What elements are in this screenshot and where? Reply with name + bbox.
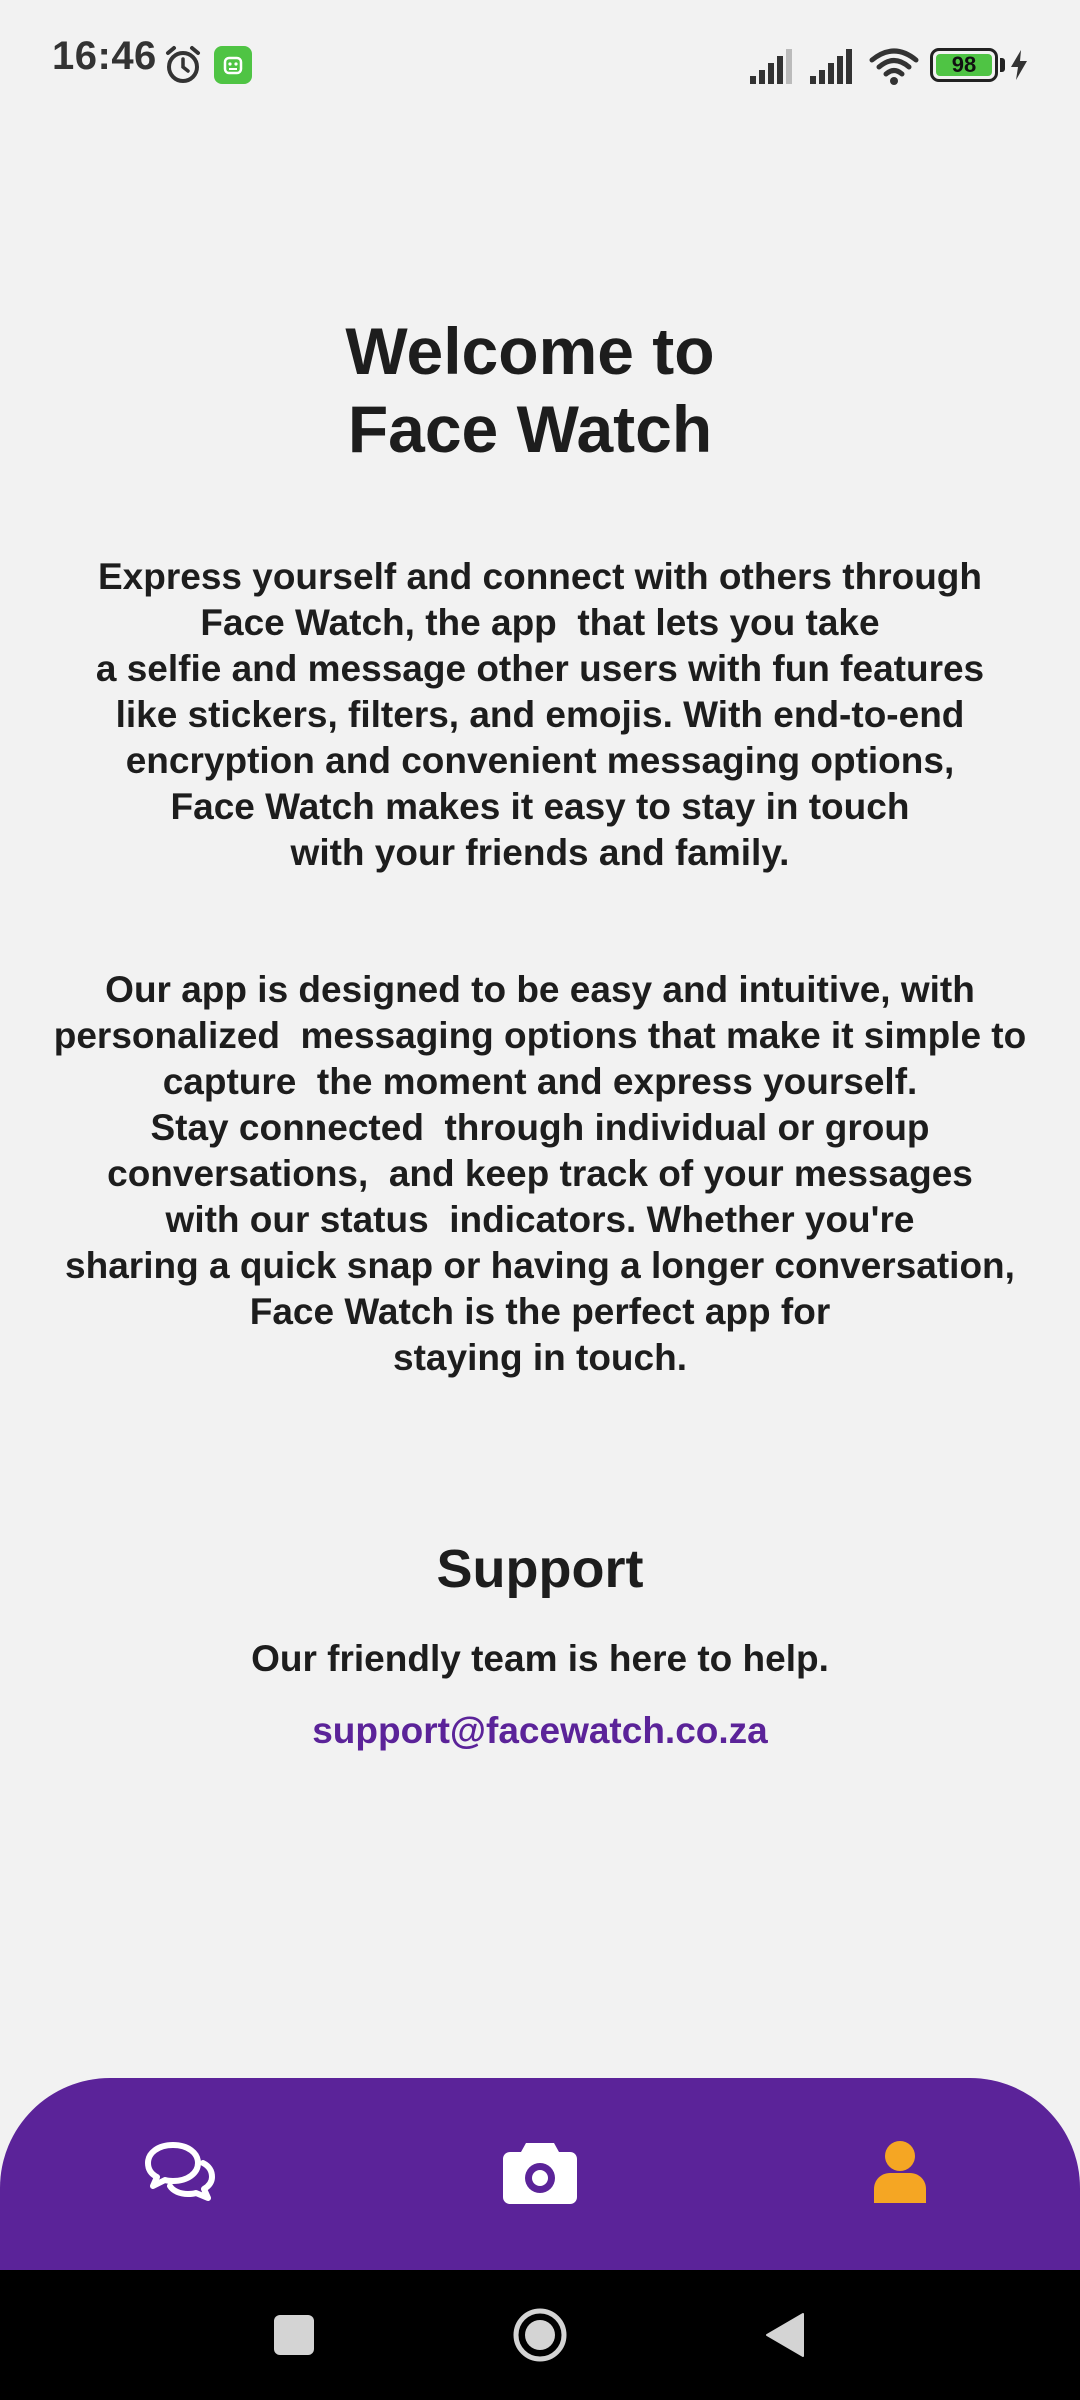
status-bar: 16:46 98 bbox=[0, 0, 1080, 120]
paragraph-line: encryption and convenient messaging opti… bbox=[125, 740, 955, 781]
title-line: Face Watch bbox=[347, 392, 713, 466]
cellular-signal-icon bbox=[750, 49, 792, 84]
paragraph-line: Face Watch, the app that lets you take bbox=[200, 602, 880, 643]
charging-icon bbox=[1011, 50, 1027, 80]
recents-button[interactable] bbox=[259, 2300, 329, 2370]
nav-camera-button[interactable] bbox=[490, 2122, 590, 2222]
cellular-signal-icon bbox=[810, 49, 852, 84]
page-title: Welcome to Face Watch bbox=[0, 312, 1060, 468]
nav-profile-button[interactable] bbox=[850, 2122, 950, 2222]
paragraph-line: a selfie and message other users with fu… bbox=[95, 648, 985, 689]
back-button[interactable] bbox=[750, 2300, 820, 2370]
alarm-icon bbox=[166, 46, 200, 83]
battery-nub bbox=[1000, 58, 1005, 72]
app-notification-icon bbox=[214, 46, 252, 84]
paragraph-line: like stickers, filters, and emojis. With… bbox=[115, 694, 965, 735]
system-navigation-bar bbox=[0, 2270, 1080, 2400]
paragraph-line: personalized messaging options that make… bbox=[53, 1015, 1027, 1056]
bottom-navigation bbox=[0, 2078, 1080, 2270]
paragraph-line: Our app is designed to be easy and intui… bbox=[105, 969, 975, 1010]
title-line: Welcome to bbox=[345, 314, 715, 388]
paragraph-line: with our status indicators. Whether you'… bbox=[165, 1199, 915, 1240]
paragraph-line: Face Watch makes it easy to stay in touc… bbox=[170, 786, 910, 827]
support-heading: Support bbox=[436, 1539, 644, 1599]
paragraph-line: staying in touch. bbox=[393, 1337, 687, 1378]
support-text: Our friendly team is here to help. bbox=[251, 1638, 829, 1679]
battery-icon: 98 bbox=[930, 48, 998, 82]
paragraph-line: conversations, and keep track of your me… bbox=[107, 1153, 973, 1194]
paragraph-line: capture the moment and express yourself. bbox=[162, 1061, 918, 1102]
wifi-icon bbox=[869, 48, 919, 85]
triangle-back-icon bbox=[766, 2313, 804, 2357]
paragraph-line: Stay connected through individual or gro… bbox=[150, 1107, 930, 1148]
camera-icon bbox=[503, 2143, 577, 2204]
paragraph-line: Face Watch is the perfect app for bbox=[249, 1291, 831, 1332]
nav-chats-button[interactable] bbox=[130, 2122, 230, 2222]
paragraph-line: Express yourself and connect with others… bbox=[97, 556, 983, 597]
square-icon bbox=[274, 2315, 314, 2355]
support-email-link[interactable]: support@facewatch.co.za bbox=[0, 1710, 1080, 1752]
battery-level: 98 bbox=[936, 54, 992, 76]
home-button[interactable] bbox=[505, 2300, 575, 2370]
paragraph-line: sharing a quick snap or having a longer … bbox=[65, 1245, 1015, 1286]
paragraph-line: with your friends and family. bbox=[290, 832, 790, 873]
circle-icon bbox=[513, 2308, 567, 2362]
status-time: 16:46 bbox=[52, 34, 157, 78]
person-icon bbox=[874, 2141, 926, 2203]
intro-paragraph: Express yourself and connect with others… bbox=[0, 554, 1080, 876]
about-paragraph: Our app is designed to be easy and intui… bbox=[0, 967, 1080, 1381]
chat-bubbles-icon bbox=[145, 2142, 215, 2201]
